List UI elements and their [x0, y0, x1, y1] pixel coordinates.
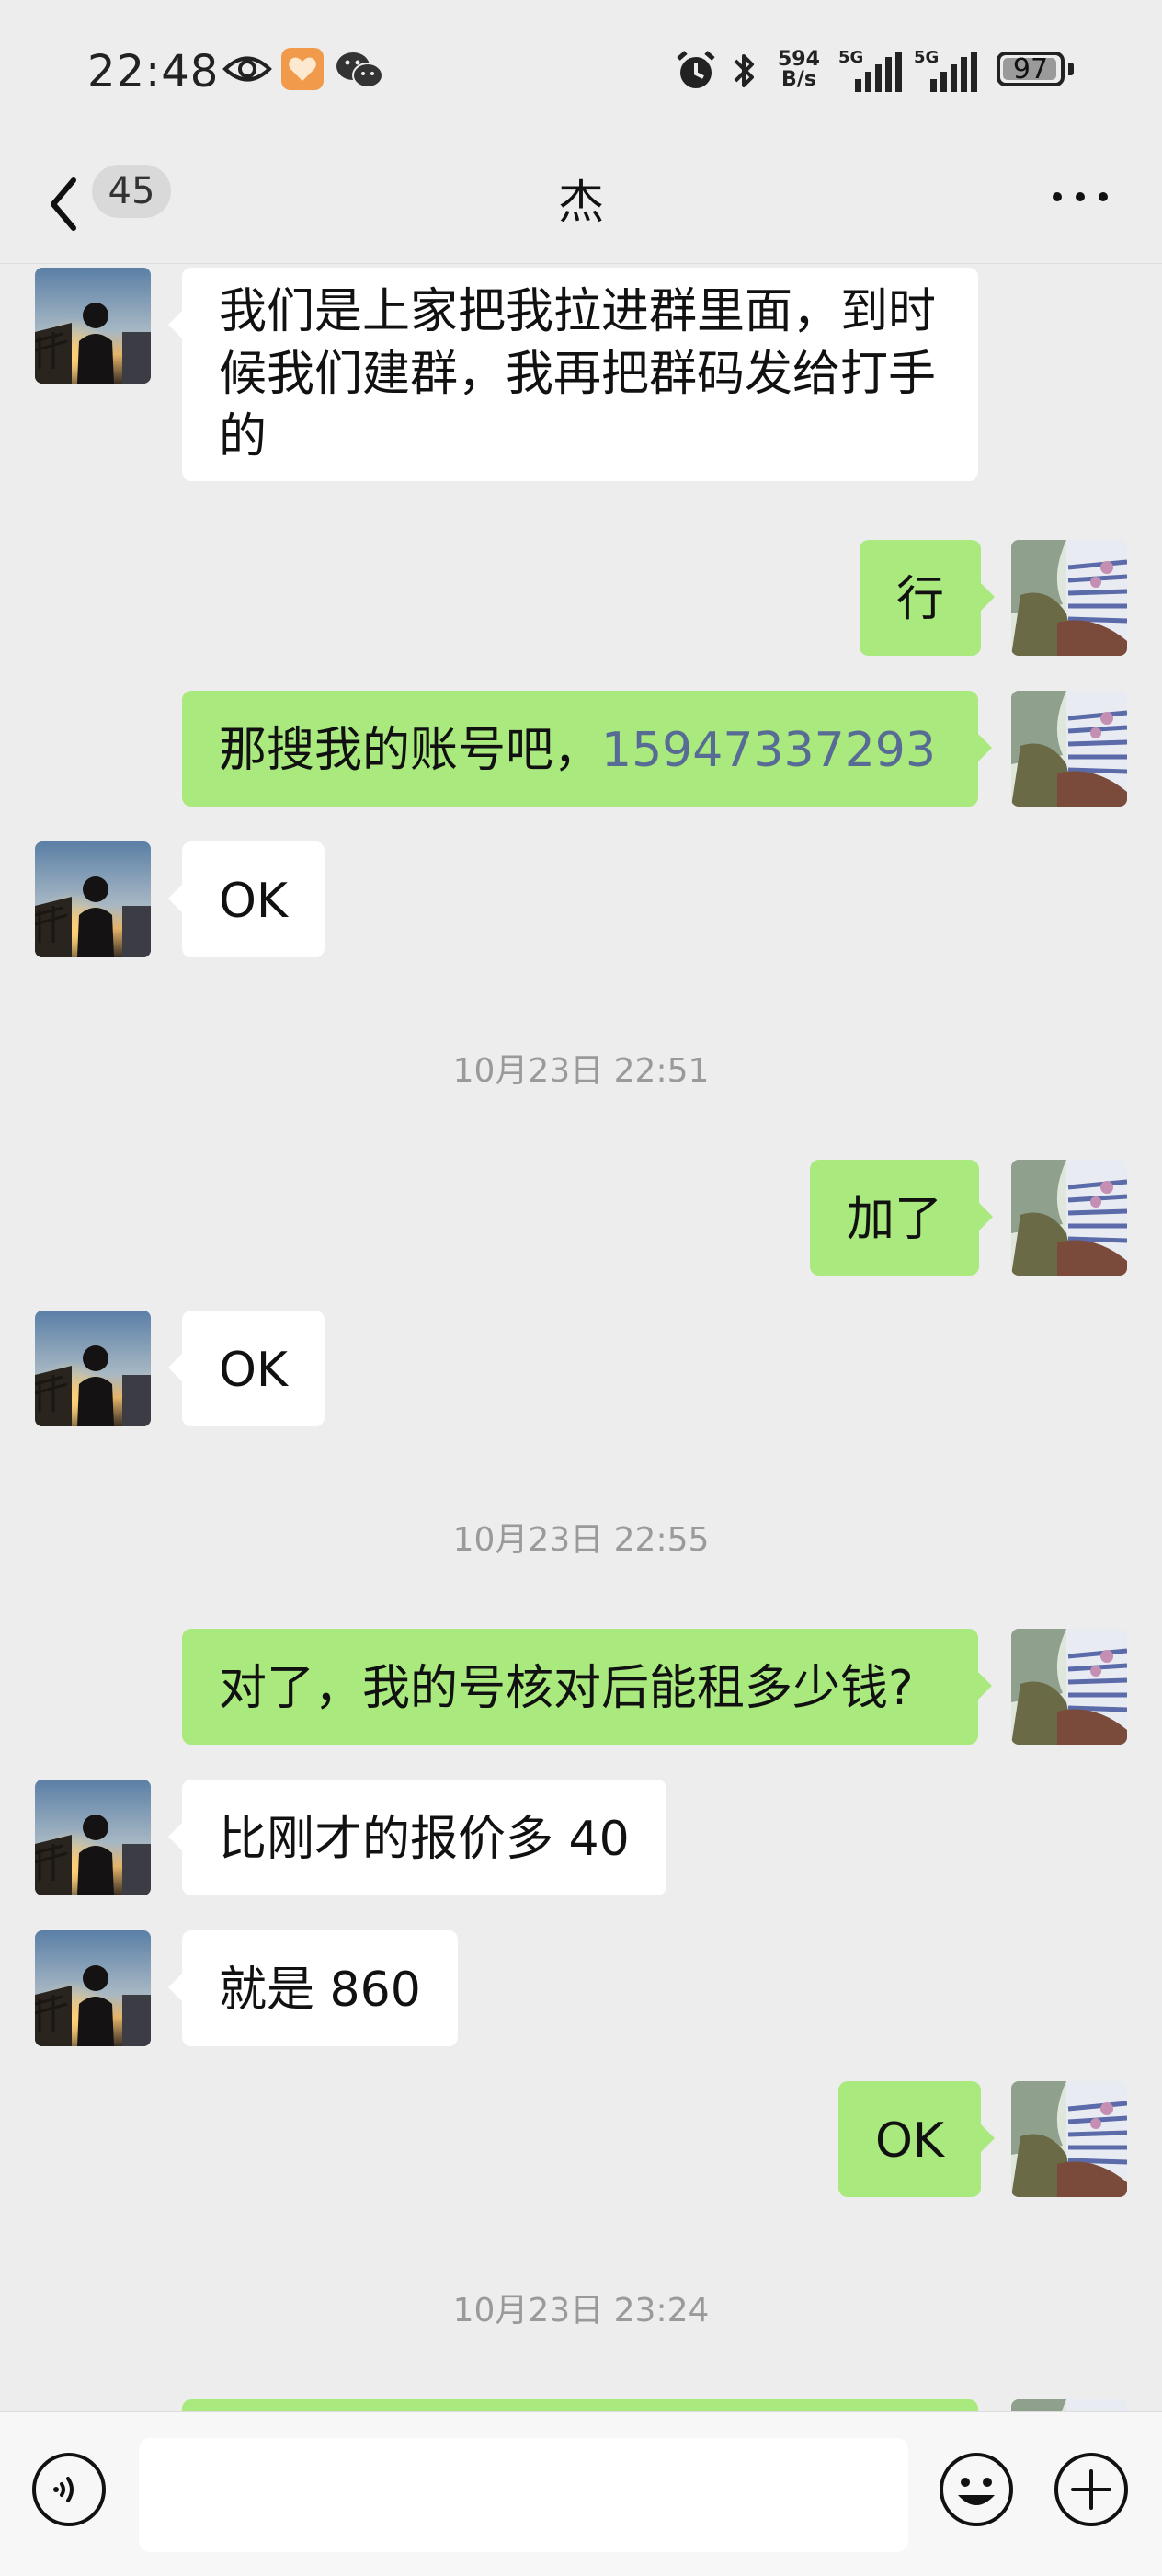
eye-icon	[222, 56, 272, 82]
person-silhouette-icon	[35, 1930, 151, 2046]
message-row	[0, 2399, 1162, 2412]
net-speed-value: 594	[778, 48, 820, 71]
message-bubble-incoming[interactable]: 就是 860	[168, 1930, 458, 2046]
message-bubble-incoming[interactable]: OK	[167, 1311, 325, 1426]
more-icon[interactable]	[1048, 188, 1112, 206]
message-bubble-incoming[interactable]: 比刚才的报价多 40	[168, 1780, 666, 1895]
message-row: 我们是上家把我拉进群里面，到时候我们建群，我再把群码发给打手的	[0, 268, 1162, 516]
message-bubble-outgoing[interactable]: 加了	[810, 1160, 994, 1276]
plus-icon[interactable]	[1053, 2451, 1130, 2528]
voice-icon[interactable]	[30, 2451, 108, 2528]
sticker-avatar-icon	[1011, 1160, 1127, 1276]
battery-icon: 97	[997, 52, 1065, 86]
sticker-avatar-icon	[1011, 1629, 1127, 1745]
alarm-icon	[677, 51, 715, 88]
message-row: 那搜我的账号吧，15947337293	[0, 691, 1162, 807]
battery-level: 97	[1012, 53, 1049, 86]
my-avatar[interactable]	[1011, 1629, 1127, 1745]
my-avatar[interactable]	[1011, 1160, 1127, 1276]
message-bubble-incoming[interactable]: 我们是上家把我拉进群里面，到时候我们建群，我再把群码发给打手的	[168, 268, 978, 481]
input-bar	[0, 2411, 1162, 2576]
message-bubble-outgoing[interactable]: 对了，我的号核对后能租多少钱?	[182, 1629, 992, 1745]
person-silhouette-icon	[35, 841, 151, 957]
my-avatar[interactable]	[1011, 2081, 1127, 2197]
sticker-avatar-icon	[1011, 540, 1127, 656]
message-input[interactable]	[139, 2438, 908, 2552]
sticker-avatar-icon	[1011, 691, 1127, 807]
signal-icon	[930, 52, 977, 92]
message-row: OK	[0, 2081, 1162, 2197]
message-bubble-outgoing[interactable]: 那搜我的账号吧，15947337293	[182, 691, 992, 807]
message-bubble-outgoing[interactable]: OK	[838, 2081, 996, 2197]
contact-avatar[interactable]	[35, 841, 151, 957]
message-timestamp: 10月23日 22:55	[452, 1521, 710, 1559]
contact-avatar[interactable]	[35, 1780, 151, 1895]
sticker-avatar-icon	[1011, 2399, 1127, 2412]
message-row: 比刚才的报价多 40	[0, 1780, 1162, 1895]
message-row: 行	[0, 540, 1162, 656]
contact-avatar[interactable]	[35, 1930, 151, 2046]
contact-avatar[interactable]	[35, 268, 151, 384]
contact-avatar[interactable]	[35, 1311, 151, 1426]
bluetooth-icon	[734, 54, 754, 87]
chat-title: 杰	[558, 176, 604, 229]
status-bar: 22:48 594 B/s 5G 5G 97	[0, 0, 1162, 147]
message-timestamp: 10月23日 23:24	[452, 2292, 710, 2330]
my-avatar[interactable]	[1011, 2399, 1127, 2412]
message-row: 就是 860	[0, 1930, 1162, 2046]
chat-messages[interactable]: 我们是上家把我拉进群里面，到时候我们建群，我再把群码发给打手的 行 那搜我的账号…	[0, 264, 1162, 2412]
battery-tip	[1068, 63, 1074, 75]
person-silhouette-icon	[35, 268, 151, 384]
sticker-avatar-icon	[1011, 2081, 1127, 2197]
my-avatar[interactable]	[1011, 540, 1127, 656]
message-bubble-outgoing[interactable]: 行	[860, 540, 996, 656]
signal-icon	[855, 52, 902, 92]
chat-header: 45 杰	[0, 147, 1162, 264]
message-row: 加了	[0, 1160, 1162, 1276]
phone-number-link[interactable]: 15947337293	[601, 723, 936, 778]
status-time: 22:48	[87, 46, 220, 97]
emoji-icon[interactable]	[938, 2451, 1015, 2528]
message-bubble-outgoing[interactable]	[182, 2399, 978, 2412]
message-text: 那搜我的账号吧，	[219, 723, 602, 778]
wechat-icon	[336, 52, 383, 88]
my-avatar[interactable]	[1011, 691, 1127, 807]
message-row: 对了，我的号核对后能租多少钱?	[0, 1629, 1162, 1745]
net-speed-unit: B/s	[781, 68, 816, 91]
message-row: OK	[0, 841, 1162, 957]
person-silhouette-icon	[35, 1311, 151, 1426]
person-silhouette-icon	[35, 1780, 151, 1895]
health-app-icon	[281, 48, 324, 90]
message-bubble-incoming[interactable]: OK	[167, 841, 325, 957]
net-speed: 594 B/s	[778, 50, 820, 90]
message-row: OK	[0, 1311, 1162, 1426]
message-timestamp: 10月23日 22:51	[452, 1052, 710, 1090]
